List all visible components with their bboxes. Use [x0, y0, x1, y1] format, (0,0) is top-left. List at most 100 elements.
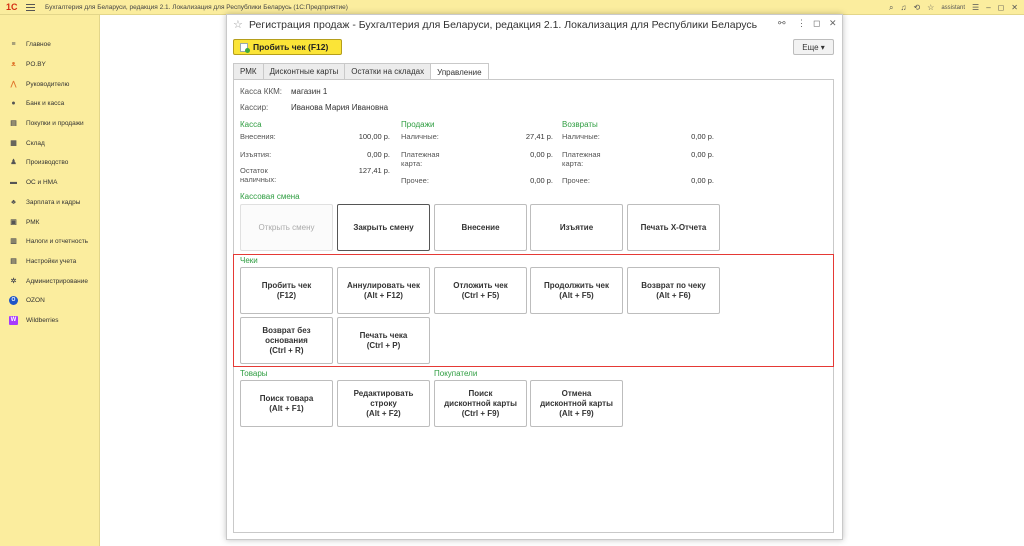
gear-icon: ✲: [10, 277, 17, 285]
sidebar-item-label: ОС и НМА: [26, 179, 58, 187]
withdrawal-button[interactable]: Изъятие: [530, 204, 623, 251]
pos-icon: ▣: [10, 218, 17, 226]
print-receipt-label: Пробить чек (F12): [253, 42, 329, 52]
cashier-label: Кассир:: [240, 103, 269, 112]
tab-discount-cards[interactable]: Дисконтные карты: [262, 63, 346, 79]
receipt-icon: [240, 42, 250, 53]
minimize-icon[interactable]: –: [986, 3, 990, 12]
link-icon[interactable]: ⚯: [778, 18, 786, 29]
sales-value-other: 0,00 р.: [530, 176, 553, 185]
close-icon[interactable]: ✕: [1011, 3, 1018, 12]
sidebar-item-main[interactable]: ≡ Главное: [0, 35, 99, 55]
goods-title: Товары: [240, 369, 268, 378]
kassa-label-cash-balance: Остаток наличных:: [240, 166, 277, 184]
returns-title: Возвраты: [562, 120, 598, 129]
kassa-label-deposits: Внесения:: [240, 132, 276, 141]
favorites-icon[interactable]: ☆: [927, 3, 934, 12]
bell-icon[interactable]: ♫: [900, 3, 906, 12]
settings-icon[interactable]: ☰: [972, 3, 979, 12]
sidebar-item-label: Wildberries: [26, 316, 59, 324]
open-shift-button[interactable]: Открыть смену: [240, 204, 333, 251]
maximize-icon[interactable]: ◻: [998, 3, 1005, 12]
sidebar-item-taxes[interactable]: ▥ Налоги и отчетность: [0, 232, 99, 252]
maximize-icon[interactable]: ◻: [813, 18, 820, 29]
find-discount-card-button[interactable]: Поиск дисконтной карты (Ctrl + F9): [434, 380, 527, 427]
chart-icon: ⋀: [10, 80, 17, 88]
sidebar-item-warehouse[interactable]: ▦ Склад: [0, 133, 99, 153]
customers-title: Покупатели: [434, 369, 478, 378]
sidebar-item-label: OZON: [26, 297, 45, 305]
sidebar-item-purchases[interactable]: ▤ Покупки и продажи: [0, 114, 99, 134]
user-name[interactable]: assistant: [941, 5, 965, 11]
sidebar-item-wildberries[interactable]: W Wildberries: [0, 311, 99, 331]
kassa-title: Касса: [240, 120, 262, 129]
sales-label-card: Платежная карта:: [401, 150, 440, 168]
search-icon[interactable]: ⌕: [889, 3, 893, 13]
sidebar-item-label: Главное: [26, 41, 51, 49]
returns-label-other: Прочее:: [562, 176, 590, 185]
history-icon[interactable]: ⟲: [913, 3, 920, 12]
kassa-label-withdrawals: Изъятия:: [240, 150, 272, 159]
app-title: Бухгалтерия для Беларуси, редакция 2.1. …: [45, 3, 348, 11]
kassa-value-cash-balance: 127,41 р.: [358, 166, 390, 175]
close-shift-button[interactable]: Закрыть смену: [337, 204, 430, 251]
tab-stock[interactable]: Остатки на складах: [344, 63, 432, 79]
window-header: ☆ Регистрация продаж - Бухгалтерия для Б…: [227, 15, 842, 35]
sidebar-item-poby[interactable]: ᴥ PO.BY: [0, 55, 99, 75]
tab-rmk[interactable]: РМК: [233, 63, 264, 79]
hamburger-menu-icon[interactable]: [26, 3, 35, 11]
more-button[interactable]: Еще ▾: [793, 39, 834, 55]
sidebar-item-administration[interactable]: ✲ Администрирование: [0, 271, 99, 291]
cart-icon: ▤: [10, 120, 17, 128]
sidebar-item-ozon[interactable]: O OZON: [0, 291, 99, 311]
sidebar: ≡ Главное ᴥ PO.BY ⋀ Руководителю ● Банк и ка…: [0, 15, 100, 546]
sidebar-item-production[interactable]: ♟ Производство: [0, 153, 99, 173]
settings-icon: ▤: [10, 257, 17, 265]
sales-value-card: 0,00 р.: [530, 150, 553, 159]
menu-icon: ≡: [11, 41, 16, 49]
sales-value-cash: 27,41 р.: [525, 132, 553, 141]
warehouse-icon: ▦: [10, 139, 17, 147]
kkm-value: магазин 1: [291, 87, 328, 96]
sidebar-item-label: Налоги и отчетность: [26, 238, 89, 246]
sidebar-item-assets[interactable]: ▬ ОС и НМА: [0, 173, 99, 193]
sidebar-item-label: Покупки и продажи: [26, 120, 84, 128]
sidebar-item-label: Банк и касса: [26, 100, 65, 108]
sidebar-item-label: Производство: [26, 159, 69, 167]
cashier-value: Иванова Мария Ивановна: [291, 103, 389, 112]
sidebar-item-accounting-settings[interactable]: ▤ Настройки учета: [0, 252, 99, 272]
app-topbar: 1С Бухгалтерия для Беларуси, редакция 2.…: [0, 0, 1024, 15]
window-title: Регистрация продаж - Бухгалтерия для Бел…: [249, 19, 758, 31]
sidebar-item-salary[interactable]: ♣ Зарплата и кадры: [0, 193, 99, 213]
print-receipt-button[interactable]: Пробить чек (F12): [233, 39, 342, 55]
cancel-discount-card-button[interactable]: Отмена дисконтной карты (Alt + F9): [530, 380, 623, 427]
sidebar-item-pos[interactable]: ▣ РМК: [0, 212, 99, 232]
edit-line-button[interactable]: Редактировать строку (Alt + F2): [337, 380, 430, 427]
kassa-value-withdrawals: 0,00 р.: [367, 150, 390, 159]
sidebar-item-label: РМК: [26, 218, 40, 226]
production-icon: ♟: [10, 159, 17, 167]
returns-label-card: Платежная карта:: [562, 150, 601, 168]
sidebar-item-label: Зарплата и кадры: [26, 198, 81, 206]
returns-value-other: 0,00 р.: [691, 176, 714, 185]
taxes-icon: ▥: [10, 238, 17, 246]
print-x-report-button[interactable]: Печать X-Отчета: [627, 204, 720, 251]
tab-bar: РМК Дисконтные карты Остатки на складах …: [233, 63, 489, 80]
close-icon[interactable]: ✕: [829, 18, 837, 29]
returns-label-cash: Наличные:: [562, 132, 600, 141]
returns-value-card: 0,00 р.: [691, 150, 714, 159]
sales-label-other: Прочее:: [401, 176, 429, 185]
kkm-label: Касса ККМ:: [240, 87, 282, 96]
returns-value-cash: 0,00 р.: [691, 132, 714, 141]
sidebar-item-bank[interactable]: ● Банк и касса: [0, 94, 99, 114]
deposit-button[interactable]: Внесение: [434, 204, 527, 251]
salary-icon: ♣: [11, 198, 16, 206]
more-vert-icon[interactable]: ⋮: [797, 18, 806, 29]
sidebar-item-label: Склад: [26, 139, 45, 147]
tab-management[interactable]: Управление: [430, 63, 489, 80]
po-by-icon: ᴥ: [11, 61, 16, 69]
sidebar-item-management[interactable]: ⋀ Руководителю: [0, 74, 99, 94]
find-goods-button[interactable]: Поиск товара (Alt + F1): [240, 380, 333, 427]
topbar-tools: ⌕ ♫ ⟲ ☆ assistant ☰ – ◻ ✕: [889, 0, 1018, 15]
favorite-star-icon[interactable]: ☆: [233, 18, 243, 31]
